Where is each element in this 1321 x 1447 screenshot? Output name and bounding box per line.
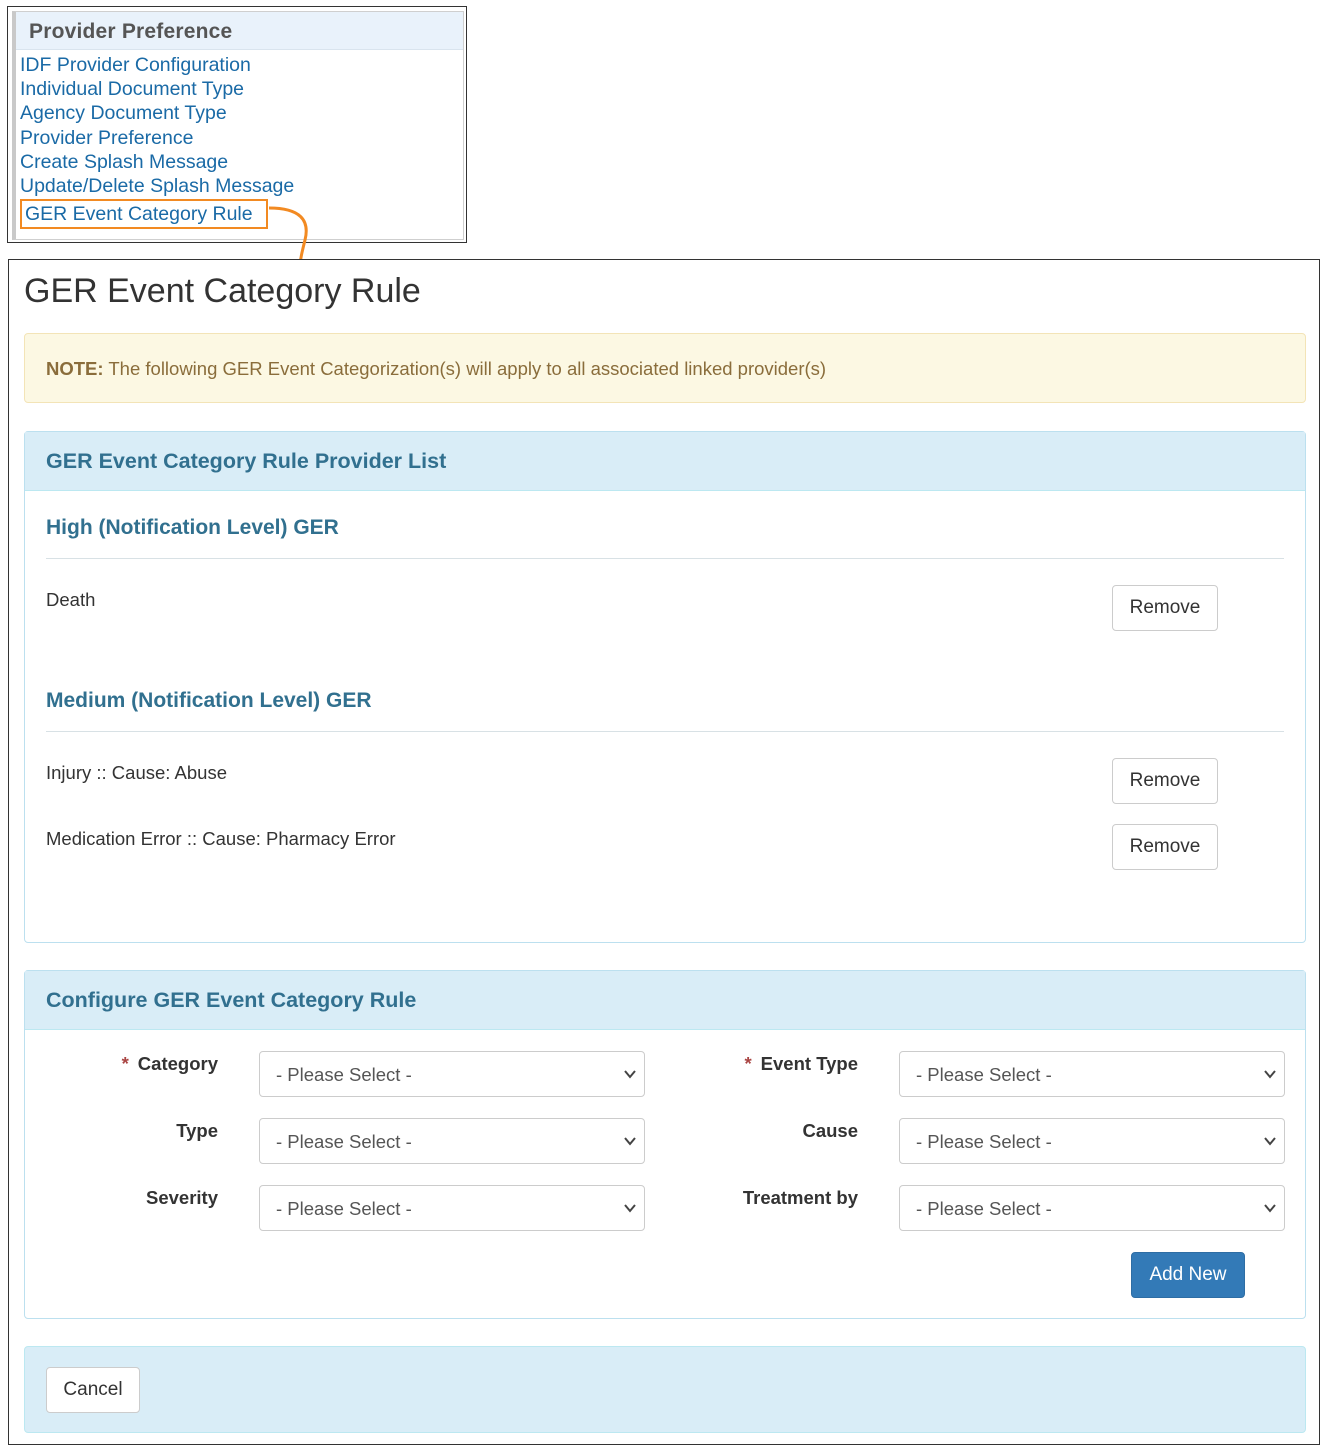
- configure-panel: Configure GER Event Category Rule * Categ…: [24, 970, 1306, 1319]
- note-text: The following GER Event Categorization(s…: [103, 358, 827, 379]
- menu-item-idf-provider-configuration[interactable]: IDF Provider Configuration: [16, 53, 463, 77]
- severity-select-value: - Please Select -: [276, 1198, 412, 1219]
- medium-level-heading: Medium (Notification Level) GER: [46, 689, 372, 712]
- footer-panel: Cancel: [24, 1346, 1306, 1433]
- provider-menu-panel: Provider Preference IDF Provider Configu…: [7, 6, 467, 243]
- menu-header: Provider Preference: [16, 12, 463, 50]
- note-alert: NOTE: The following GER Event Categoriza…: [24, 333, 1306, 403]
- list-item-text: Medication Error :: Cause: Pharmacy Erro…: [46, 828, 396, 849]
- add-new-button[interactable]: Add New: [1131, 1252, 1245, 1298]
- cancel-button[interactable]: Cancel: [46, 1367, 140, 1413]
- chevron-down-icon: [624, 1204, 636, 1213]
- chevron-down-icon: [1264, 1204, 1276, 1213]
- list-item-text: Death: [46, 589, 96, 610]
- category-label: * Category: [121, 1053, 218, 1074]
- required-mark: *: [744, 1053, 752, 1074]
- menu-item-create-splash-message[interactable]: Create Splash Message: [16, 150, 463, 174]
- divider: [46, 731, 1284, 732]
- menu-item-agency-document-type[interactable]: Agency Document Type: [16, 101, 463, 125]
- provider-list-panel: GER Event Category Rule Provider List Hi…: [24, 431, 1306, 943]
- menu-item-ger-event-category-rule[interactable]: GER Event Category Rule: [20, 199, 268, 229]
- divider: [46, 558, 1284, 559]
- remove-button[interactable]: Remove: [1112, 758, 1218, 804]
- menu-item-individual-document-type[interactable]: Individual Document Type: [16, 77, 463, 101]
- page-title: GER Event Category Rule: [24, 272, 421, 310]
- menu-item-update-delete-splash-message[interactable]: Update/Delete Splash Message: [16, 174, 463, 198]
- remove-button[interactable]: Remove: [1112, 824, 1218, 870]
- event-type-select-value: - Please Select -: [916, 1064, 1052, 1085]
- chevron-down-icon: [1264, 1070, 1276, 1079]
- event-type-label: * Event Type: [744, 1053, 858, 1074]
- menu-list: IDF Provider Configuration Individual Do…: [16, 53, 463, 229]
- type-select[interactable]: - Please Select -: [259, 1118, 645, 1164]
- cause-select-value: - Please Select -: [916, 1131, 1052, 1152]
- remove-button[interactable]: Remove: [1112, 585, 1218, 631]
- treatment-by-select[interactable]: - Please Select -: [899, 1185, 1285, 1231]
- provider-menu-inner: Provider Preference IDF Provider Configu…: [12, 11, 464, 240]
- severity-select[interactable]: - Please Select -: [259, 1185, 645, 1231]
- configure-title: Configure GER Event Category Rule: [25, 971, 1305, 1030]
- severity-label: Severity: [146, 1187, 218, 1208]
- required-mark: *: [121, 1053, 129, 1074]
- treatment-by-label: Treatment by: [742, 1187, 858, 1208]
- list-item-text: Injury :: Cause: Abuse: [46, 762, 227, 783]
- chevron-down-icon: [1264, 1137, 1276, 1146]
- chevron-down-icon: [624, 1070, 636, 1079]
- cause-select[interactable]: - Please Select -: [899, 1118, 1285, 1164]
- treatment-by-select-value: - Please Select -: [916, 1198, 1052, 1219]
- category-select[interactable]: - Please Select -: [259, 1051, 645, 1097]
- provider-list-title: GER Event Category Rule Provider List: [25, 432, 1305, 491]
- menu-item-provider-preference[interactable]: Provider Preference: [16, 126, 463, 150]
- ger-event-category-rule-page: GER Event Category Rule NOTE: The follow…: [8, 259, 1320, 1445]
- cause-label: Cause: [802, 1120, 858, 1141]
- high-level-heading: High (Notification Level) GER: [46, 516, 339, 539]
- category-select-value: - Please Select -: [276, 1064, 412, 1085]
- note-label: NOTE:: [46, 358, 104, 379]
- event-type-select[interactable]: - Please Select -: [899, 1051, 1285, 1097]
- type-select-value: - Please Select -: [276, 1131, 412, 1152]
- type-label: Type: [176, 1120, 218, 1141]
- chevron-down-icon: [624, 1137, 636, 1146]
